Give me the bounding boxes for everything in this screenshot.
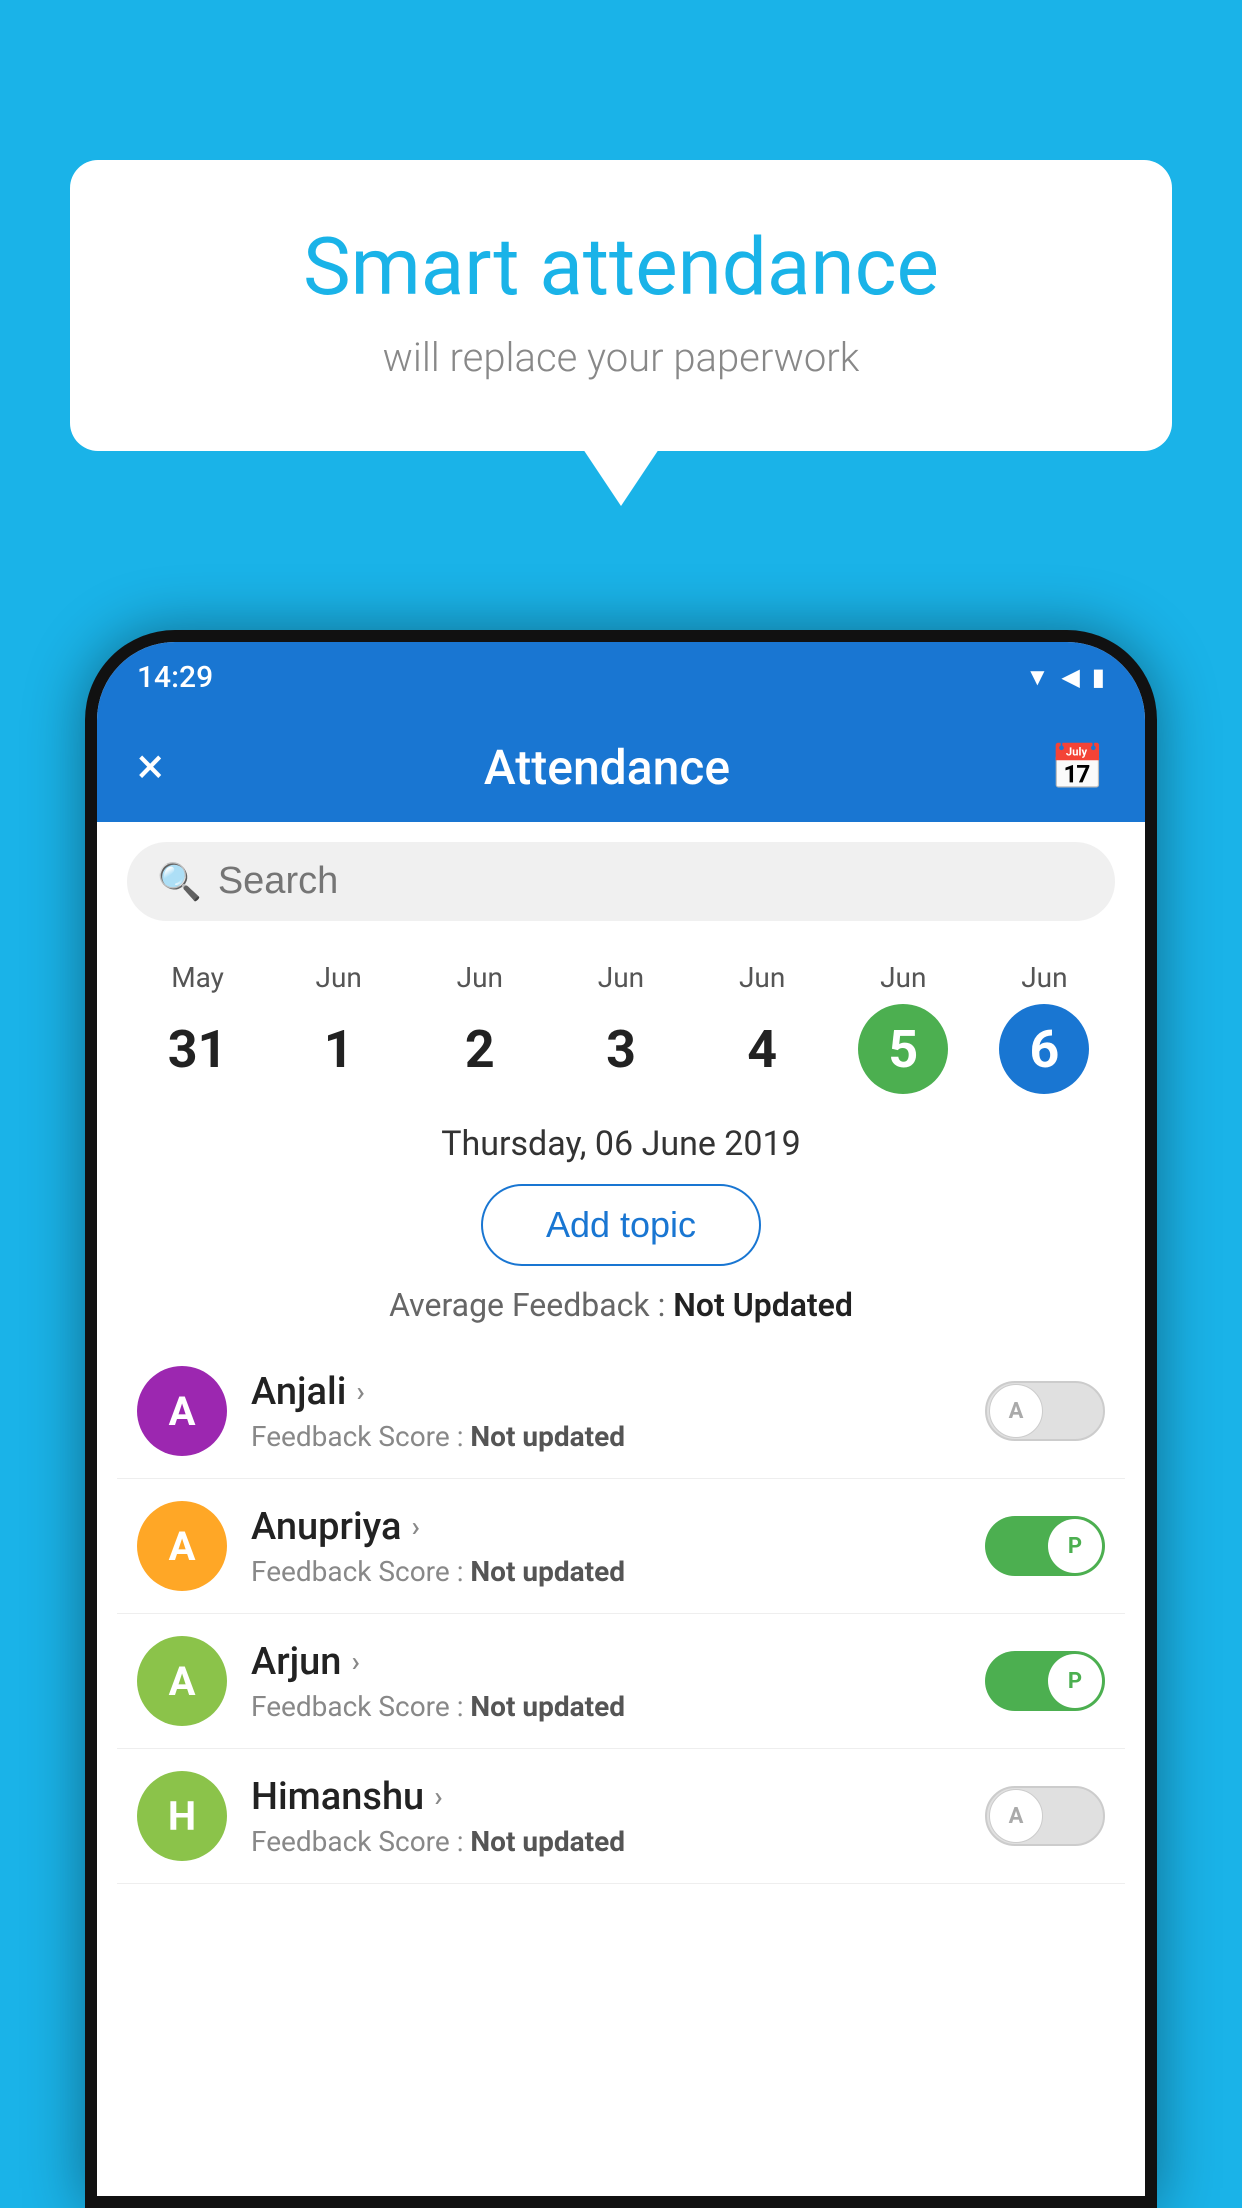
battery-icon: ▮ (1092, 663, 1105, 691)
avg-feedback: Average Feedback : Not Updated (97, 1276, 1145, 1344)
cal-date-number[interactable]: 1 (294, 1004, 384, 1094)
student-name: Arjun › (251, 1640, 625, 1684)
status-time: 14:29 (137, 660, 213, 695)
cal-month-label: Jun (457, 961, 503, 994)
cal-date-number[interactable]: 2 (435, 1004, 525, 1094)
signal-icon: ◀ (1061, 663, 1079, 691)
avatar: H (137, 1771, 227, 1861)
search-icon: 🔍 (157, 861, 202, 903)
cal-month-label: May (171, 961, 224, 994)
feedback-score: Feedback Score : Not updated (251, 1420, 625, 1453)
avatar: A (137, 1501, 227, 1591)
calendar-day[interactable]: Jun 4 (717, 961, 807, 1094)
student-row[interactable]: H Himanshu › Feedback Score : Not updated A (117, 1749, 1125, 1884)
toggle-knob: A (989, 1789, 1043, 1843)
chevron-icon: › (356, 1375, 364, 1408)
toggle-knob: P (1048, 1654, 1102, 1708)
chevron-icon: › (411, 1510, 419, 1543)
cal-month-label: Jun (1021, 961, 1067, 994)
cal-date-number[interactable]: 31 (153, 1004, 243, 1094)
wifi-icon: ▼ (1026, 663, 1050, 692)
avg-feedback-value: Not Updated (673, 1286, 853, 1324)
toggle-off[interactable]: A (985, 1381, 1105, 1441)
calendar-day[interactable]: Jun 2 (435, 961, 525, 1094)
calendar-day[interactable]: Jun 1 (294, 961, 384, 1094)
calendar-icon[interactable]: 📅 (1050, 741, 1105, 793)
avatar: A (137, 1636, 227, 1726)
attendance-toggle[interactable]: A (985, 1786, 1105, 1846)
student-info: Anjali › Feedback Score : Not updated (251, 1370, 625, 1453)
chevron-icon: › (351, 1645, 359, 1678)
toggle-off[interactable]: A (985, 1786, 1105, 1846)
speech-bubble: Smart attendance will replace your paper… (70, 160, 1172, 451)
chevron-icon: › (434, 1780, 442, 1813)
attendance-toggle[interactable]: P (985, 1651, 1105, 1711)
cal-month-label: Jun (316, 961, 362, 994)
status-icons: ▼ ◀ ▮ (1026, 663, 1105, 692)
cal-month-label: Jun (739, 961, 785, 994)
student-name: Himanshu › (251, 1775, 625, 1819)
student-left: H Himanshu › Feedback Score : Not updated (137, 1771, 625, 1861)
calendar-strip: May 31 Jun 1 Jun 2 Jun 3 Jun 4 Jun 5 Jun 6 (97, 941, 1145, 1104)
cal-date-number[interactable]: 6 (999, 1004, 1089, 1094)
toggle-knob: A (989, 1384, 1043, 1438)
bubble-subtitle: will replace your paperwork (150, 334, 1092, 381)
selected-date-label: Thursday, 06 June 2019 (97, 1104, 1145, 1174)
feedback-score: Feedback Score : Not updated (251, 1825, 625, 1858)
cal-month-label: Jun (880, 961, 926, 994)
feedback-score: Feedback Score : Not updated (251, 1690, 625, 1723)
cal-date-number[interactable]: 3 (576, 1004, 666, 1094)
student-info: Arjun › Feedback Score : Not updated (251, 1640, 625, 1723)
bubble-title: Smart attendance (150, 220, 1092, 314)
close-button[interactable]: × (137, 738, 164, 796)
student-left: A Arjun › Feedback Score : Not updated (137, 1636, 625, 1726)
calendar-day[interactable]: Jun 3 (576, 961, 666, 1094)
calendar-day[interactable]: Jun 6 (999, 961, 1089, 1094)
status-bar: 14:29 ▼ ◀ ▮ (97, 642, 1145, 712)
student-row[interactable]: A Arjun › Feedback Score : Not updated P (117, 1614, 1125, 1749)
attendance-toggle[interactable]: P (985, 1516, 1105, 1576)
search-input[interactable] (218, 860, 1085, 903)
search-container: 🔍 (127, 842, 1115, 921)
student-left: A Anupriya › Feedback Score : Not updated (137, 1501, 625, 1591)
toolbar-title: Attendance (164, 739, 1051, 796)
phone-inner: 14:29 ▼ ◀ ▮ × Attendance 📅 🔍 May31Jun1Ju… (97, 642, 1145, 2196)
student-list: AAnjali ›Feedback Score : Not updatedAAA… (97, 1344, 1145, 1884)
toggle-on[interactable]: P (985, 1516, 1105, 1576)
student-info: Himanshu › Feedback Score : Not updated (251, 1775, 625, 1858)
student-name: Anjali › (251, 1370, 625, 1414)
cal-month-label: Jun (598, 961, 644, 994)
cal-date-number[interactable]: 4 (717, 1004, 807, 1094)
calendar-day[interactable]: May 31 (153, 961, 243, 1094)
feedback-score: Feedback Score : Not updated (251, 1555, 625, 1588)
add-topic-button[interactable]: Add topic (481, 1184, 761, 1266)
avg-feedback-label: Average Feedback : (389, 1286, 673, 1324)
student-row[interactable]: A Anupriya › Feedback Score : Not updated P (117, 1479, 1125, 1614)
toggle-on[interactable]: P (985, 1651, 1105, 1711)
toggle-knob: P (1048, 1519, 1102, 1573)
calendar-day[interactable]: Jun 5 (858, 961, 948, 1094)
student-row[interactable]: A Anjali › Feedback Score : Not updated A (117, 1344, 1125, 1479)
app-toolbar: × Attendance 📅 (97, 712, 1145, 822)
attendance-toggle[interactable]: A (985, 1381, 1105, 1441)
cal-date-number[interactable]: 5 (858, 1004, 948, 1094)
student-info: Anupriya › Feedback Score : Not updated (251, 1505, 625, 1588)
student-left: A Anjali › Feedback Score : Not updated (137, 1366, 625, 1456)
avatar: A (137, 1366, 227, 1456)
phone-frame: 14:29 ▼ ◀ ▮ × Attendance 📅 🔍 May31Jun1Ju… (85, 630, 1157, 2208)
student-name: Anupriya › (251, 1505, 625, 1549)
